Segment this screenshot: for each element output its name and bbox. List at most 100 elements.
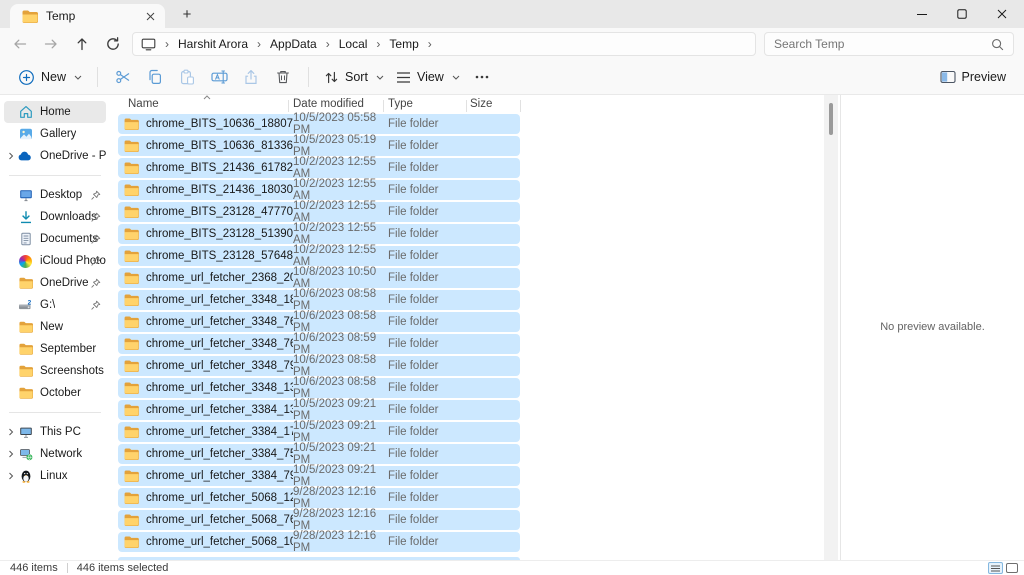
column-divider[interactable]	[288, 100, 289, 112]
file-name: chrome_BITS_10636_188072365	[146, 118, 293, 130]
large-icons-view-icon[interactable]	[1006, 563, 1018, 573]
cut-icon[interactable]	[107, 63, 139, 91]
paste-icon[interactable]	[171, 63, 203, 91]
file-row-name-cell: chrome_url_fetcher_5068_12030369	[118, 492, 293, 504]
chevron-right-icon[interactable]	[7, 152, 15, 160]
delete-icon[interactable]	[267, 63, 299, 91]
sidebar-item-this-pc[interactable]: This PC	[4, 421, 106, 443]
share-icon[interactable]	[235, 63, 267, 91]
this-pc-icon[interactable]	[141, 37, 156, 51]
sidebar-item-new[interactable]: New	[4, 316, 106, 338]
new-tab-button[interactable]: +	[176, 3, 198, 25]
sidebar-item-downloads[interactable]: Downloads	[4, 206, 106, 228]
file-date-modified: 10/2/2023 12:55 AM	[293, 244, 388, 268]
chevron-right-icon[interactable]	[7, 472, 15, 480]
sidebar-item-label: October	[40, 387, 81, 399]
sidebar-item-october[interactable]: October	[4, 382, 106, 404]
copy-icon[interactable]	[139, 63, 171, 91]
file-row[interactable]: chrome_url_fetcher_3348_762603971 10/6/2…	[118, 334, 520, 354]
file-row[interactable]: chrome_BITS_10636_813368861 10/5/2023 05…	[118, 136, 520, 156]
column-header-name[interactable]: Name	[128, 98, 159, 110]
breadcrumb-item[interactable]: AppData	[270, 37, 317, 51]
sidebar-item-screenshots[interactable]: Screenshots	[4, 360, 106, 382]
address-bar[interactable]: › Harshit Arora › AppData › Local › Temp…	[132, 32, 756, 56]
file-type: File folder	[388, 316, 439, 328]
new-button-label: New	[41, 70, 66, 84]
file-date-modified: 10/2/2023 12:55 AM	[293, 156, 388, 180]
refresh-icon[interactable]	[97, 30, 128, 58]
scrollbar-thumb[interactable]	[829, 103, 833, 135]
chevron-right-icon[interactable]	[7, 428, 15, 436]
breadcrumb-item[interactable]: Harshit Arora	[178, 37, 248, 51]
minimize-button[interactable]	[902, 0, 942, 28]
file-date-modified: 10/6/2023 08:58 PM	[293, 376, 388, 400]
close-button[interactable]	[982, 0, 1022, 28]
tab-close-icon[interactable]	[144, 10, 157, 23]
forward-icon[interactable]	[35, 30, 66, 58]
home-icon	[18, 105, 33, 119]
linux-penguin-icon	[18, 469, 33, 483]
file-row[interactable]: chrome_url_fetcher_3384_172591398 10/5/2…	[118, 422, 520, 442]
search-input[interactable]: Search Temp	[764, 32, 1014, 56]
file-row[interactable]: chrome_url_fetcher_5068_12030369 9/28/20…	[118, 488, 520, 508]
downloads-icon	[18, 210, 33, 224]
sidebar-item-linux[interactable]: Linux	[4, 465, 106, 487]
file-row[interactable]: chrome_url_fetcher_2368_2079736239 10/8/…	[118, 268, 520, 288]
file-row[interactable]: chrome_BITS_23128_513908135 10/2/2023 12…	[118, 224, 520, 244]
folder-icon	[124, 140, 139, 152]
items-count: 446 items	[10, 562, 58, 574]
file-row[interactable]: chrome_url_fetcher_3348_762165606 10/6/2…	[118, 312, 520, 332]
search-icon[interactable]	[991, 38, 1004, 51]
file-name: chrome_url_fetcher_3348_791636275	[146, 360, 293, 372]
file-row[interactable]: chrome_url_fetcher_3348_1390261003 10/6/…	[118, 378, 520, 398]
column-header-date[interactable]: Date modified	[293, 98, 364, 110]
main-area: Home Gallery OneDrive - Persona Desktop …	[0, 95, 1024, 560]
back-icon[interactable]	[4, 30, 35, 58]
file-row[interactable]: chrome_url_fetcher_3384_133701332 10/5/2…	[118, 400, 520, 420]
file-row[interactable]: chrome_BITS_21436_617824255 10/2/2023 12…	[118, 158, 520, 178]
explorer-tab[interactable]: Temp	[10, 4, 165, 28]
sidebar-item-icloud-photos[interactable]: iCloud Photos	[4, 250, 106, 272]
new-button[interactable]: New	[12, 63, 88, 91]
sidebar-item-documents[interactable]: Documents	[4, 228, 106, 250]
details-view-icon[interactable]	[988, 562, 1003, 574]
preview-button[interactable]: Preview	[934, 63, 1012, 91]
folder-icon	[124, 470, 139, 482]
chevron-right-icon[interactable]	[7, 450, 15, 458]
sort-button[interactable]: Sort	[318, 63, 390, 91]
up-icon[interactable]	[66, 30, 97, 58]
sidebar-item-onedrive-personal[interactable]: OneDrive - Persona	[4, 145, 106, 167]
file-row[interactable]: chrome_BITS_23128_477703953 10/2/2023 12…	[118, 202, 520, 222]
file-row[interactable]: chrome_url_fetcher_5068_764171856 9/28/2…	[118, 510, 520, 530]
file-row[interactable]: chrome_BITS_23128_576480583 10/2/2023 12…	[118, 246, 520, 266]
file-row[interactable]: chrome_url_fetcher_3348_791636275 10/6/2…	[118, 356, 520, 376]
folder-icon	[124, 338, 139, 350]
column-header-type[interactable]: Type	[388, 98, 413, 110]
sidebar-item-home[interactable]: Home	[4, 101, 106, 123]
column-divider[interactable]	[466, 100, 467, 112]
sidebar-item-desktop[interactable]: Desktop	[4, 184, 106, 206]
breadcrumb-item[interactable]: Local	[339, 37, 368, 51]
file-row-name-cell: chrome_BITS_21436_1803008613	[118, 184, 293, 196]
maximize-button[interactable]	[942, 0, 982, 28]
column-header-size[interactable]: Size	[470, 98, 492, 110]
column-divider[interactable]	[520, 100, 521, 112]
sidebar-item-onedrive[interactable]: OneDrive	[4, 272, 106, 294]
file-row[interactable]: chrome_BITS_10636_188072365 10/5/2023 05…	[118, 114, 520, 134]
file-row[interactable]: chrome_url_fetcher_3384_799376111 10/5/2…	[118, 466, 520, 486]
file-row[interactable]: chrome_url_fetcher_3348_184030118 10/6/2…	[118, 290, 520, 310]
sidebar-item-gallery[interactable]: Gallery	[4, 123, 106, 145]
file-row[interactable]: chrome_BITS_21436_1803008613 10/2/2023 1…	[118, 180, 520, 200]
sidebar-item-g-drive[interactable]: 2 G:\	[4, 294, 106, 316]
column-divider[interactable]	[383, 100, 384, 112]
vertical-scrollbar[interactable]	[824, 95, 838, 560]
chevron-down-icon	[74, 75, 82, 80]
file-row[interactable]: chrome_url_fetcher_5068_1016669819 9/28/…	[118, 532, 520, 552]
rename-icon[interactable]	[203, 63, 235, 91]
more-options-icon[interactable]	[466, 63, 498, 91]
breadcrumb-item[interactable]: Temp	[389, 37, 418, 51]
sidebar-item-september[interactable]: September	[4, 338, 106, 360]
file-row[interactable]: chrome_url_fetcher_3384_754151892 10/5/2…	[118, 444, 520, 464]
sidebar-item-network[interactable]: Network	[4, 443, 106, 465]
view-button[interactable]: View	[390, 63, 466, 91]
